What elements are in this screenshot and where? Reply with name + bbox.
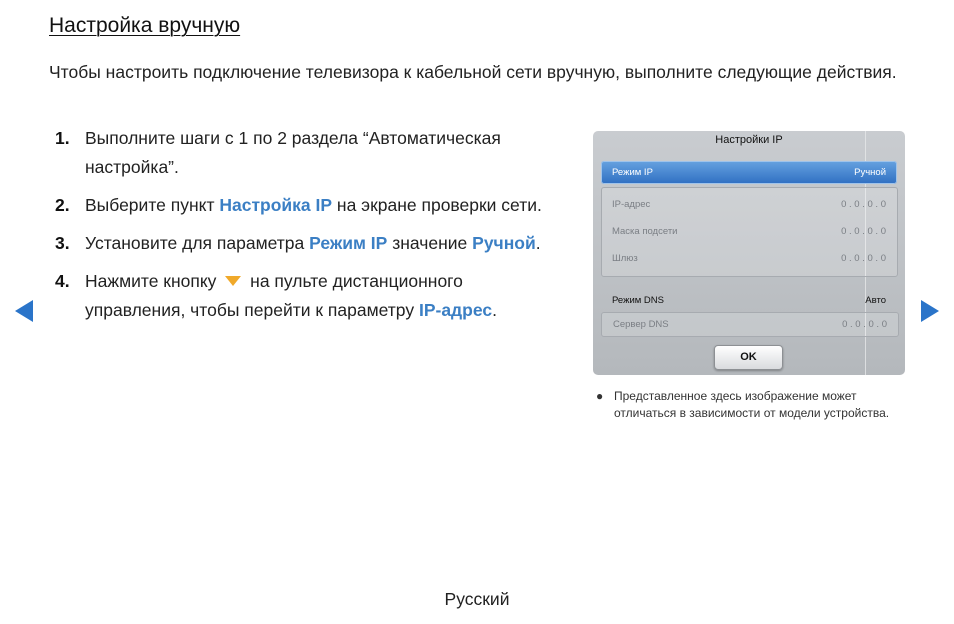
step-text: на экране проверки сети. xyxy=(332,195,542,215)
menu-term-ip-mode: Режим IP xyxy=(309,233,388,253)
step-number: 2. xyxy=(55,195,70,215)
step-1: 1. Выполните шаги с 1 по 2 раздела “Авто… xyxy=(55,124,555,182)
ip-mode-value: Ручной xyxy=(854,167,886,178)
dns-mode-row[interactable]: Режим DNS Авто xyxy=(601,289,897,312)
gateway-label: Шлюз xyxy=(612,253,638,264)
step-number: 1. xyxy=(55,128,70,148)
down-triangle-icon xyxy=(225,275,242,286)
ip-address-label: IP-адрес xyxy=(612,199,651,210)
ip-address-row[interactable]: IP-адрес 0 . 0 . 0 . 0 xyxy=(601,193,897,216)
note-text: Представленное здесь изображение может о… xyxy=(614,389,890,420)
right-arrow-icon[interactable] xyxy=(921,300,939,322)
ok-button[interactable]: OK xyxy=(714,345,783,370)
dns-mode-label: Режим DNS xyxy=(612,295,664,306)
step-text: значение xyxy=(387,233,473,253)
page-footer-language: Русский xyxy=(444,589,510,609)
menu-term-ip-settings: Настройка IP xyxy=(219,195,333,215)
step-number: 4. xyxy=(55,271,70,291)
ip-settings-title: Настройки IP xyxy=(715,134,783,146)
gateway-value: 0 . 0 . 0 . 0 xyxy=(841,253,886,264)
menu-term-manual: Ручной xyxy=(472,233,536,253)
dns-server-value: 0 . 0 . 0 . 0 xyxy=(842,319,887,330)
intro-text: Чтобы настроить подключение телевизора к… xyxy=(49,62,897,82)
step-2: 2. Выберите пункт Настройка IP на экране… xyxy=(55,191,555,220)
ip-mode-row[interactable]: Режим IP Ручной xyxy=(601,161,897,184)
ip-address-value: 0 . 0 . 0 . 0 xyxy=(841,199,886,210)
page-title: Настройка вручную xyxy=(49,14,241,37)
step-text: Нажмите кнопку xyxy=(85,271,222,291)
dns-server-label: Сервер DNS xyxy=(613,319,669,330)
subnet-mask-row[interactable]: Маска подсети 0 . 0 . 0 . 0 xyxy=(601,220,897,243)
step-number: 3. xyxy=(55,233,70,253)
step-text: Установите для параметра xyxy=(85,233,310,253)
ip-settings-screenshot: Настройки IP Режим IP Ручной IP-адрес 0 … xyxy=(593,131,905,375)
step-3: 3. Установите для параметра Режим IP зна… xyxy=(55,229,555,258)
subnet-mask-label: Маска подсети xyxy=(612,226,678,237)
gateway-row[interactable]: Шлюз 0 . 0 . 0 . 0 xyxy=(601,247,897,270)
ip-mode-label: Режим IP xyxy=(612,167,653,178)
step-text: Выберите пункт xyxy=(85,195,220,215)
left-arrow-icon[interactable] xyxy=(15,300,33,322)
dns-mode-value: Авто xyxy=(865,295,886,306)
step-text: Выполните шаги с 1 по 2 раздела “Автомат… xyxy=(85,128,501,177)
subnet-mask-value: 0 . 0 . 0 . 0 xyxy=(841,226,886,237)
step-text: . xyxy=(492,300,497,320)
step-4: 4. Нажмите кнопку на пульте дистанционно… xyxy=(55,267,555,325)
dns-server-row[interactable]: Сервер DNS 0 . 0 . 0 . 0 xyxy=(601,312,899,337)
bullet-icon: ● xyxy=(596,389,604,403)
note: ● Представленное здесь изображение может… xyxy=(596,388,904,422)
menu-term-ip-address: IP-адрес xyxy=(418,300,493,320)
steps-list: 1. Выполните шаги с 1 по 2 раздела “Авто… xyxy=(55,124,555,334)
step-text: . xyxy=(535,233,541,253)
